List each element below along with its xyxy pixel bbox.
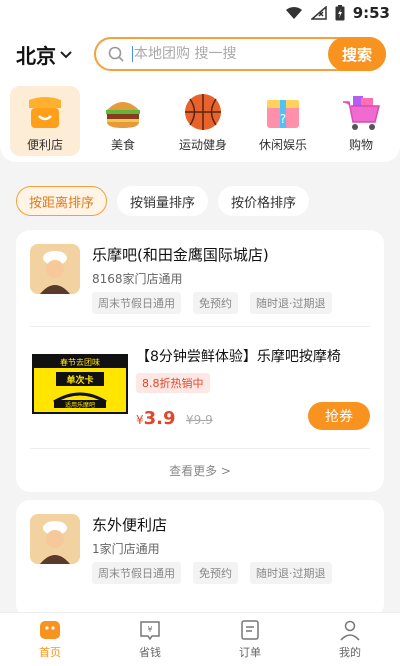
category-food[interactable]: 美食: [88, 86, 158, 156]
category-label: 运动健身: [178, 138, 227, 152]
chef-logo-icon: [30, 244, 80, 294]
header: 北京 搜索: [0, 26, 400, 82]
tag-holiday: 周末节假日通用: [92, 292, 181, 314]
store-tags: 周末节假日通用 免预约 随时退·过期退: [92, 562, 332, 584]
tab-label: 我的: [339, 646, 361, 659]
status-icons: 9:53: [285, 4, 390, 22]
svg-text:适用乐摩吧: 适用乐摩吧: [65, 401, 95, 409]
divider: [30, 326, 370, 327]
gift-box-icon: ?: [267, 100, 299, 128]
currency-symbol: ¥: [136, 413, 144, 427]
search-box[interactable]: 搜索: [94, 37, 386, 71]
store-name: 乐摩吧(和田金鹰国际城店): [92, 246, 269, 264]
store-avatar: [30, 514, 80, 564]
clock: 9:53: [352, 4, 390, 22]
store-branches: 1家门店通用: [92, 542, 160, 556]
tag-no-reservation: 免预约: [193, 562, 238, 584]
original-price: ¥9.9: [186, 413, 213, 427]
bottom-tab-bar: 首页 ¥ 省钱 订单 我的: [0, 612, 400, 666]
view-more-link[interactable]: 查看更多 >: [16, 462, 384, 479]
city-selector[interactable]: 北京: [16, 40, 72, 69]
tag-no-reservation: 免预约: [193, 292, 238, 314]
burger-icon: [106, 102, 140, 128]
svg-text:?: ?: [280, 112, 286, 126]
deal-image[interactable]: 春节去团味 单次卡 适用乐摩吧: [32, 354, 128, 414]
search-icon: [108, 46, 124, 62]
city-label: 北京: [16, 44, 56, 68]
text-cursor: [132, 46, 133, 62]
deal-price: ¥3.9: [136, 408, 176, 429]
category-label: 休闲娱乐: [258, 138, 307, 152]
wifi-icon: [285, 6, 302, 19]
tab-save-money[interactable]: ¥ 省钱: [120, 619, 180, 660]
store-card[interactable]: 乐摩吧(和田金鹰国际城店) 8168家门店通用 周末节假日通用 免预约 随时退·…: [16, 230, 384, 492]
profile-icon: [340, 620, 360, 641]
basketball-icon: [185, 94, 221, 130]
sort-by-sales[interactable]: 按销量排序: [117, 186, 209, 216]
tab-profile[interactable]: 我的: [320, 619, 380, 660]
category-leisure-entertainment[interactable]: ? 休闲娱乐: [248, 86, 318, 156]
discount-badge: 8.8折热销中: [136, 373, 210, 393]
shopping-cart-icon: [343, 96, 380, 130]
category-sports-fitness[interactable]: 运动健身: [168, 86, 238, 156]
status-bar: 9:53: [0, 0, 400, 26]
tag-refund: 随时退·过期退: [250, 292, 332, 314]
sort-options: 按距离排序 按销量排序 按价格排序: [16, 186, 310, 216]
tab-label: 省钱: [139, 646, 161, 659]
category-label: 美食: [110, 138, 135, 152]
tab-label: 首页: [39, 646, 61, 659]
tab-home[interactable]: 首页: [20, 619, 80, 660]
category-shopping[interactable]: 购物: [326, 86, 396, 156]
tag-refund: 随时退·过期退: [250, 562, 332, 584]
category-bar: 便利店 美食 运动健身 ? 休闲娱乐 购物: [0, 82, 400, 162]
svg-text:春节去团味: 春节去团味: [60, 357, 100, 367]
store-branches: 8168家门店通用: [92, 272, 183, 286]
shop-icon: [29, 97, 61, 128]
search-input[interactable]: [134, 39, 314, 69]
order-icon: [241, 620, 259, 640]
battery-charging-icon: [335, 5, 345, 21]
chef-logo-icon: [30, 514, 80, 564]
divider: [30, 448, 370, 449]
store-tags: 周末节假日通用 免预约 随时退·过期退: [92, 292, 332, 314]
grab-coupon-button[interactable]: 抢券: [308, 402, 370, 430]
store-name: 东外便利店: [92, 516, 168, 534]
store-avatar: [30, 244, 80, 294]
search-button[interactable]: 搜索: [328, 37, 386, 71]
svg-text:¥: ¥: [147, 625, 152, 634]
category-label: 便利店: [26, 138, 63, 152]
sort-by-distance[interactable]: 按距离排序: [16, 186, 108, 216]
home-icon: [40, 621, 60, 639]
deal-title[interactable]: 【8分钟尝鲜体验】乐摩吧按摩椅: [136, 346, 372, 366]
store-card[interactable]: 东外便利店 1家门店通用 周末节假日通用 免预约 随时退·过期退: [16, 500, 384, 618]
price-value: 3.9: [143, 408, 176, 429]
chevron-down-icon: [60, 50, 72, 58]
category-convenience-store[interactable]: 便利店: [10, 86, 80, 156]
svg-text:单次卡: 单次卡: [66, 374, 93, 386]
no-signal-icon: [310, 6, 327, 20]
category-label: 购物: [348, 138, 373, 152]
tab-label: 订单: [239, 646, 261, 659]
sort-by-price[interactable]: 按价格排序: [218, 186, 310, 216]
tag-holiday: 周末节假日通用: [92, 562, 181, 584]
deal-card-graphic: 春节去团味 单次卡 适用乐摩吧: [34, 356, 126, 409]
coupon-icon: ¥: [140, 621, 160, 641]
tab-orders[interactable]: 订单: [220, 619, 280, 660]
